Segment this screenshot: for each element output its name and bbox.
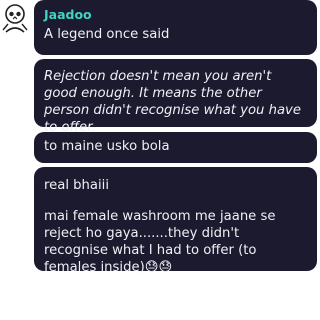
message-bubble-1[interactable]: Jaadoo A legend once said: [34, 0, 317, 55]
message-text-line-1: real bhaiii: [44, 178, 109, 193]
message-bubble-4[interactable]: real bhaiii mai female washroom me jaane…: [34, 167, 317, 275]
message-text-line-2: mai female washroom me jaane se reject h…: [44, 209, 276, 275]
message-text: A legend once said: [44, 27, 170, 42]
user-avatar-icon[interactable]: [0, 2, 30, 36]
message-bubble-2[interactable]: Rejection doesn't mean you aren't good e…: [34, 59, 317, 135]
message-text: Rejection doesn't mean you aren't good e…: [44, 69, 301, 135]
message-text: to maine usko bola: [44, 139, 170, 154]
sender-name[interactable]: Jaadoo: [44, 6, 307, 23]
message-bubble-3[interactable]: to maine usko bola: [34, 132, 317, 163]
